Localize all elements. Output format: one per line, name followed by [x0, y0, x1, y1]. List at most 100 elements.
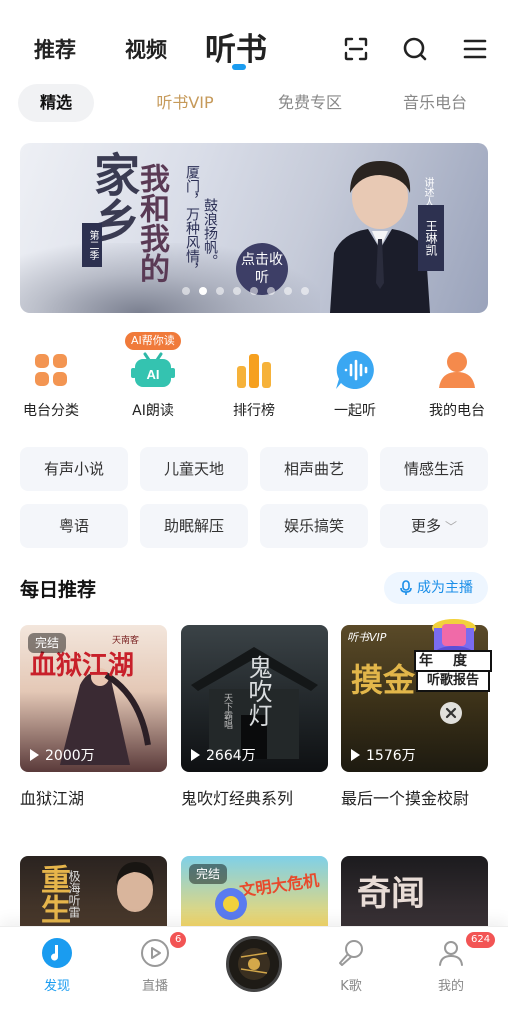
- bottom-tab-label: K歌: [340, 979, 362, 994]
- book-title: 血狱江湖: [20, 789, 85, 808]
- pagination-dot: [250, 287, 258, 295]
- chip-cantonese[interactable]: 粤语: [20, 504, 128, 548]
- live-icon: [141, 939, 169, 967]
- feature-my-radio[interactable]: 我的电台: [412, 330, 502, 422]
- promo-banner[interactable]: 家乡 第二季 我和我的 厦门，万种风情， 鼓浪扬帆。 点击收听 讲述人 王琳凯: [20, 143, 488, 313]
- subtab-music-radio[interactable]: 音乐电台: [385, 84, 485, 122]
- scan-icon[interactable]: [343, 36, 369, 62]
- cover-author: 天下霸唱: [222, 693, 232, 729]
- robot-icon: AI: [131, 352, 175, 387]
- menu-icon[interactable]: [462, 36, 488, 62]
- microphone-icon: [400, 580, 412, 595]
- book-card[interactable]: 重生 极海听雷: [20, 856, 167, 926]
- book-cover: 血狱江湖 天南客 完结 2000万: [20, 625, 167, 772]
- profile-notification-badge: 624: [466, 932, 496, 948]
- chip-emotion[interactable]: 情感生活: [380, 447, 488, 491]
- year-report-badge[interactable]: 年度 听歌报告: [414, 614, 492, 694]
- book-cover: 鬼吹灯 天下霸唱 2664万: [181, 625, 328, 772]
- banner-pagination: [182, 280, 318, 295]
- chip-more[interactable]: 更多 ﹀: [380, 504, 488, 548]
- cover-art: [215, 888, 247, 920]
- cover-portrait: [116, 862, 154, 912]
- profile-icon: [439, 941, 463, 966]
- play-count-value: 2664万: [206, 748, 256, 764]
- play-count: 1576万: [351, 745, 416, 765]
- active-tab-indicator: [232, 64, 246, 70]
- discover-icon: [42, 938, 72, 968]
- book-title: 最后一个摸金校尉: [341, 789, 470, 808]
- bottom-tab-label: 直播: [141, 979, 168, 994]
- feature-leaderboard[interactable]: 排行榜: [209, 330, 299, 422]
- pagination-dot: [216, 287, 224, 295]
- book-card[interactable]: 奇闻: [341, 856, 488, 926]
- pagination-dot: [233, 287, 241, 295]
- feature-label: 电台分类: [23, 403, 79, 419]
- status-badge: 完结: [189, 864, 228, 884]
- report-badge-line2: 听歌报告: [416, 670, 490, 692]
- user-icon: [439, 352, 475, 388]
- tab-recommend[interactable]: 推荐: [34, 34, 76, 64]
- cover-title: 重生: [35, 864, 70, 924]
- subtab-featured[interactable]: 精选: [18, 84, 94, 122]
- center-album-icon: [229, 939, 279, 989]
- feature-listen-together[interactable]: 一起听: [310, 330, 400, 422]
- cover-title: 奇闻: [357, 874, 425, 914]
- book-card[interactable]: 完结 文明大危机: [181, 856, 328, 926]
- bar-chart-icon: [237, 354, 271, 388]
- chip-audio-novel[interactable]: 有声小说: [20, 447, 128, 491]
- pagination-dot: [301, 287, 309, 295]
- search-icon[interactable]: [402, 36, 428, 62]
- book-card[interactable]: 血狱江湖 天南客 完结 2000万 血狱江湖: [20, 625, 167, 815]
- grid-icon: [35, 354, 67, 386]
- vip-badge: 听书VIP: [347, 631, 387, 644]
- banner-tagline-2: 鼓浪扬帆。: [202, 198, 218, 268]
- tab-audiobook[interactable]: 听书: [205, 24, 267, 69]
- play-icon: [30, 749, 39, 761]
- chevron-down-icon: ﹀: [445, 520, 458, 534]
- bottom-tab-discover[interactable]: 发现: [22, 937, 92, 994]
- chip-crosstalk[interactable]: 相声曲艺: [260, 447, 368, 491]
- center-album-button[interactable]: [226, 936, 282, 992]
- banner-season-tag: 第二季: [82, 223, 102, 267]
- feature-radio-categories[interactable]: 电台分类: [6, 330, 96, 422]
- report-badge-line1: 年度: [414, 650, 492, 672]
- pagination-dot-active: [199, 287, 207, 295]
- sub-tabs: 精选 听书VIP 免费专区 音乐电台: [0, 84, 508, 124]
- karaoke-icon: [339, 940, 363, 966]
- chip-sleep[interactable]: 助眠解压: [140, 504, 248, 548]
- become-host-label: 成为主播: [417, 580, 473, 596]
- book-card[interactable]: 鬼吹灯 天下霸唱 2664万 鬼吹灯经典系列: [181, 625, 328, 815]
- top-nav: 推荐 视频 听书: [0, 0, 508, 78]
- play-icon: [351, 749, 360, 761]
- feature-label: AI朗读: [132, 403, 174, 419]
- section-title: 每日推荐: [20, 579, 97, 601]
- chip-comedy[interactable]: 娱乐搞笑: [260, 504, 368, 548]
- tab-video[interactable]: 视频: [125, 34, 167, 64]
- feature-row: 电台分类 AI AI朗读 排行榜 一起听 我的电台: [0, 330, 508, 422]
- voice-bubble-icon: [336, 351, 374, 389]
- feature-label: 我的电台: [429, 403, 485, 419]
- bottom-tab-label: 发现: [43, 979, 70, 994]
- subtab-vip[interactable]: 听书VIP: [130, 84, 240, 122]
- cover-author: 天南客: [112, 636, 140, 646]
- cover-side-text: 极海听雷: [67, 870, 81, 918]
- narrator-name: 王琳凯: [418, 205, 444, 271]
- bottom-tab-karaoke[interactable]: K歌: [316, 937, 386, 994]
- narrator-label: 讲述人: [422, 177, 433, 207]
- play-count: 2000万: [30, 745, 95, 765]
- banner-title-side: 我和我的: [134, 163, 169, 283]
- feature-label: 一起听: [334, 403, 376, 419]
- bottom-tab-label: 我的: [437, 979, 464, 994]
- pagination-dot: [182, 287, 190, 295]
- subtab-free[interactable]: 免费专区: [255, 84, 365, 122]
- status-badge: 完结: [28, 633, 67, 653]
- ai-reading-badge: AI帮你读: [125, 332, 181, 350]
- play-count-value: 2000万: [45, 748, 95, 764]
- close-icon[interactable]: [440, 702, 462, 724]
- book-title: 鬼吹灯经典系列: [181, 789, 294, 808]
- become-host-button[interactable]: 成为主播: [384, 572, 488, 604]
- play-count-value: 1576万: [366, 748, 416, 764]
- chip-kids[interactable]: 儿童天地: [140, 447, 248, 491]
- banner-tagline: 厦门，万种风情，: [184, 165, 200, 277]
- cover-title: 摸金: [351, 661, 416, 699]
